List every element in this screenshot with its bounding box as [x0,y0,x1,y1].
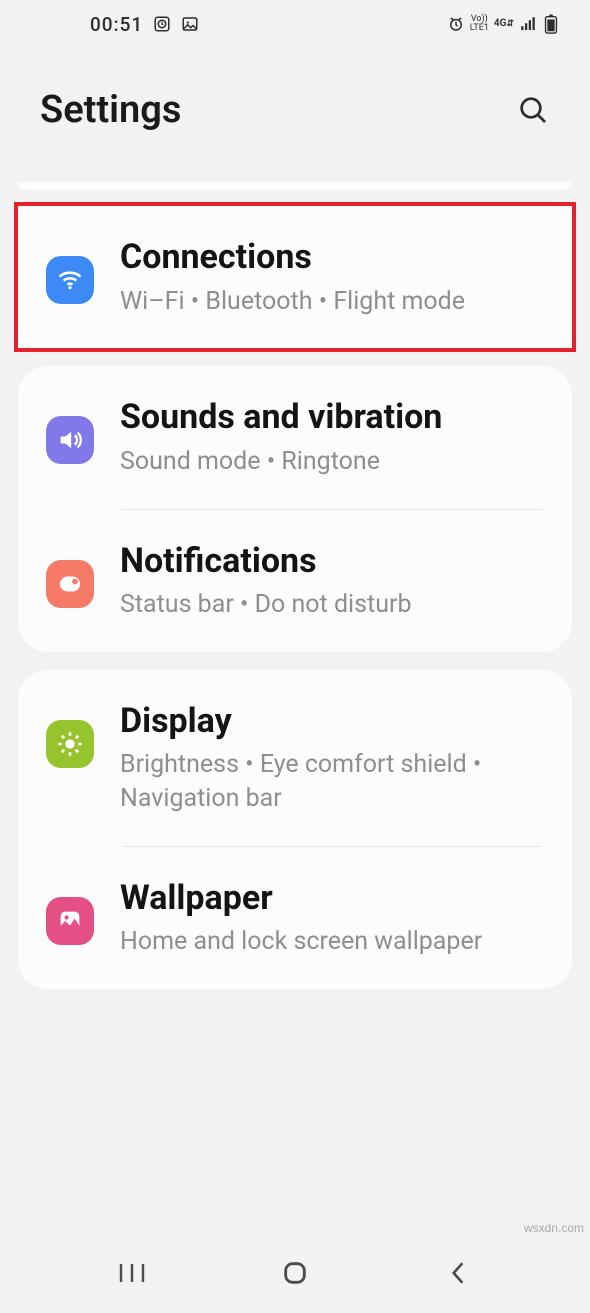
item-title: Connections [120,236,544,279]
brightness-icon [46,720,94,768]
item-subtitle: Wi–Fi • Bluetooth • Flight mode [120,285,544,319]
watermark: wsxdn.com [524,1221,584,1235]
alarm-icon [447,15,465,33]
wallpaper-icon [46,897,94,945]
item-title: Sounds and vibration [120,396,544,439]
status-right: Vo))LTE1 4G⇵ [447,15,560,33]
card-connections: Connections Wi–Fi • Bluetooth • Flight m… [18,206,572,348]
image-icon [181,15,199,33]
card-display-wallpaper: Display Brightness • Eye comfort shield … [18,670,572,989]
wifi-icon [46,256,94,304]
item-title: Display [120,700,544,743]
status-bar: 00:51 Vo))LTE1 4G⇵ [0,0,590,48]
network-4g-icon: 4G⇵ [494,15,514,33]
home-button[interactable] [255,1253,335,1293]
recents-icon [118,1260,146,1286]
notification-icon [46,560,94,608]
search-icon [517,94,549,126]
item-subtitle: Home and lock screen wallpaper [120,925,544,959]
item-subtitle: Status bar • Do not disturb [120,588,544,622]
settings-item-notifications[interactable]: Notifications Status bar • Do not distur… [18,510,572,652]
clock-badge-icon [153,15,171,33]
settings-item-display[interactable]: Display Brightness • Eye comfort shield … [18,670,572,846]
volte-icon: Vo))LTE1 [470,15,489,33]
settings-item-connections[interactable]: Connections Wi–Fi • Bluetooth • Flight m… [18,206,572,348]
navigation-bar [0,1243,590,1313]
speaker-icon [46,416,94,464]
card-peek [18,182,572,190]
card-sounds-notifications: Sounds and vibration Sound mode • Ringto… [18,366,572,652]
back-icon [447,1260,469,1286]
page-header: Settings [0,48,590,182]
item-subtitle: Sound mode • Ringtone [120,445,544,479]
item-title: Wallpaper [120,877,544,920]
status-time: 00:51 [90,13,143,36]
item-subtitle: Brightness • Eye comfort shield • Naviga… [120,748,544,816]
search-button[interactable] [512,89,554,131]
settings-item-wallpaper[interactable]: Wallpaper Home and lock screen wallpaper [18,847,572,989]
item-title: Notifications [120,540,544,583]
home-icon [281,1259,309,1287]
battery-icon [542,15,560,33]
back-button[interactable] [418,1253,498,1293]
page-title: Settings [40,88,181,132]
settings-item-sounds[interactable]: Sounds and vibration Sound mode • Ringto… [18,366,572,508]
status-left: 00:51 [90,13,199,36]
signal-icon [519,15,537,33]
recents-button[interactable] [92,1253,172,1293]
